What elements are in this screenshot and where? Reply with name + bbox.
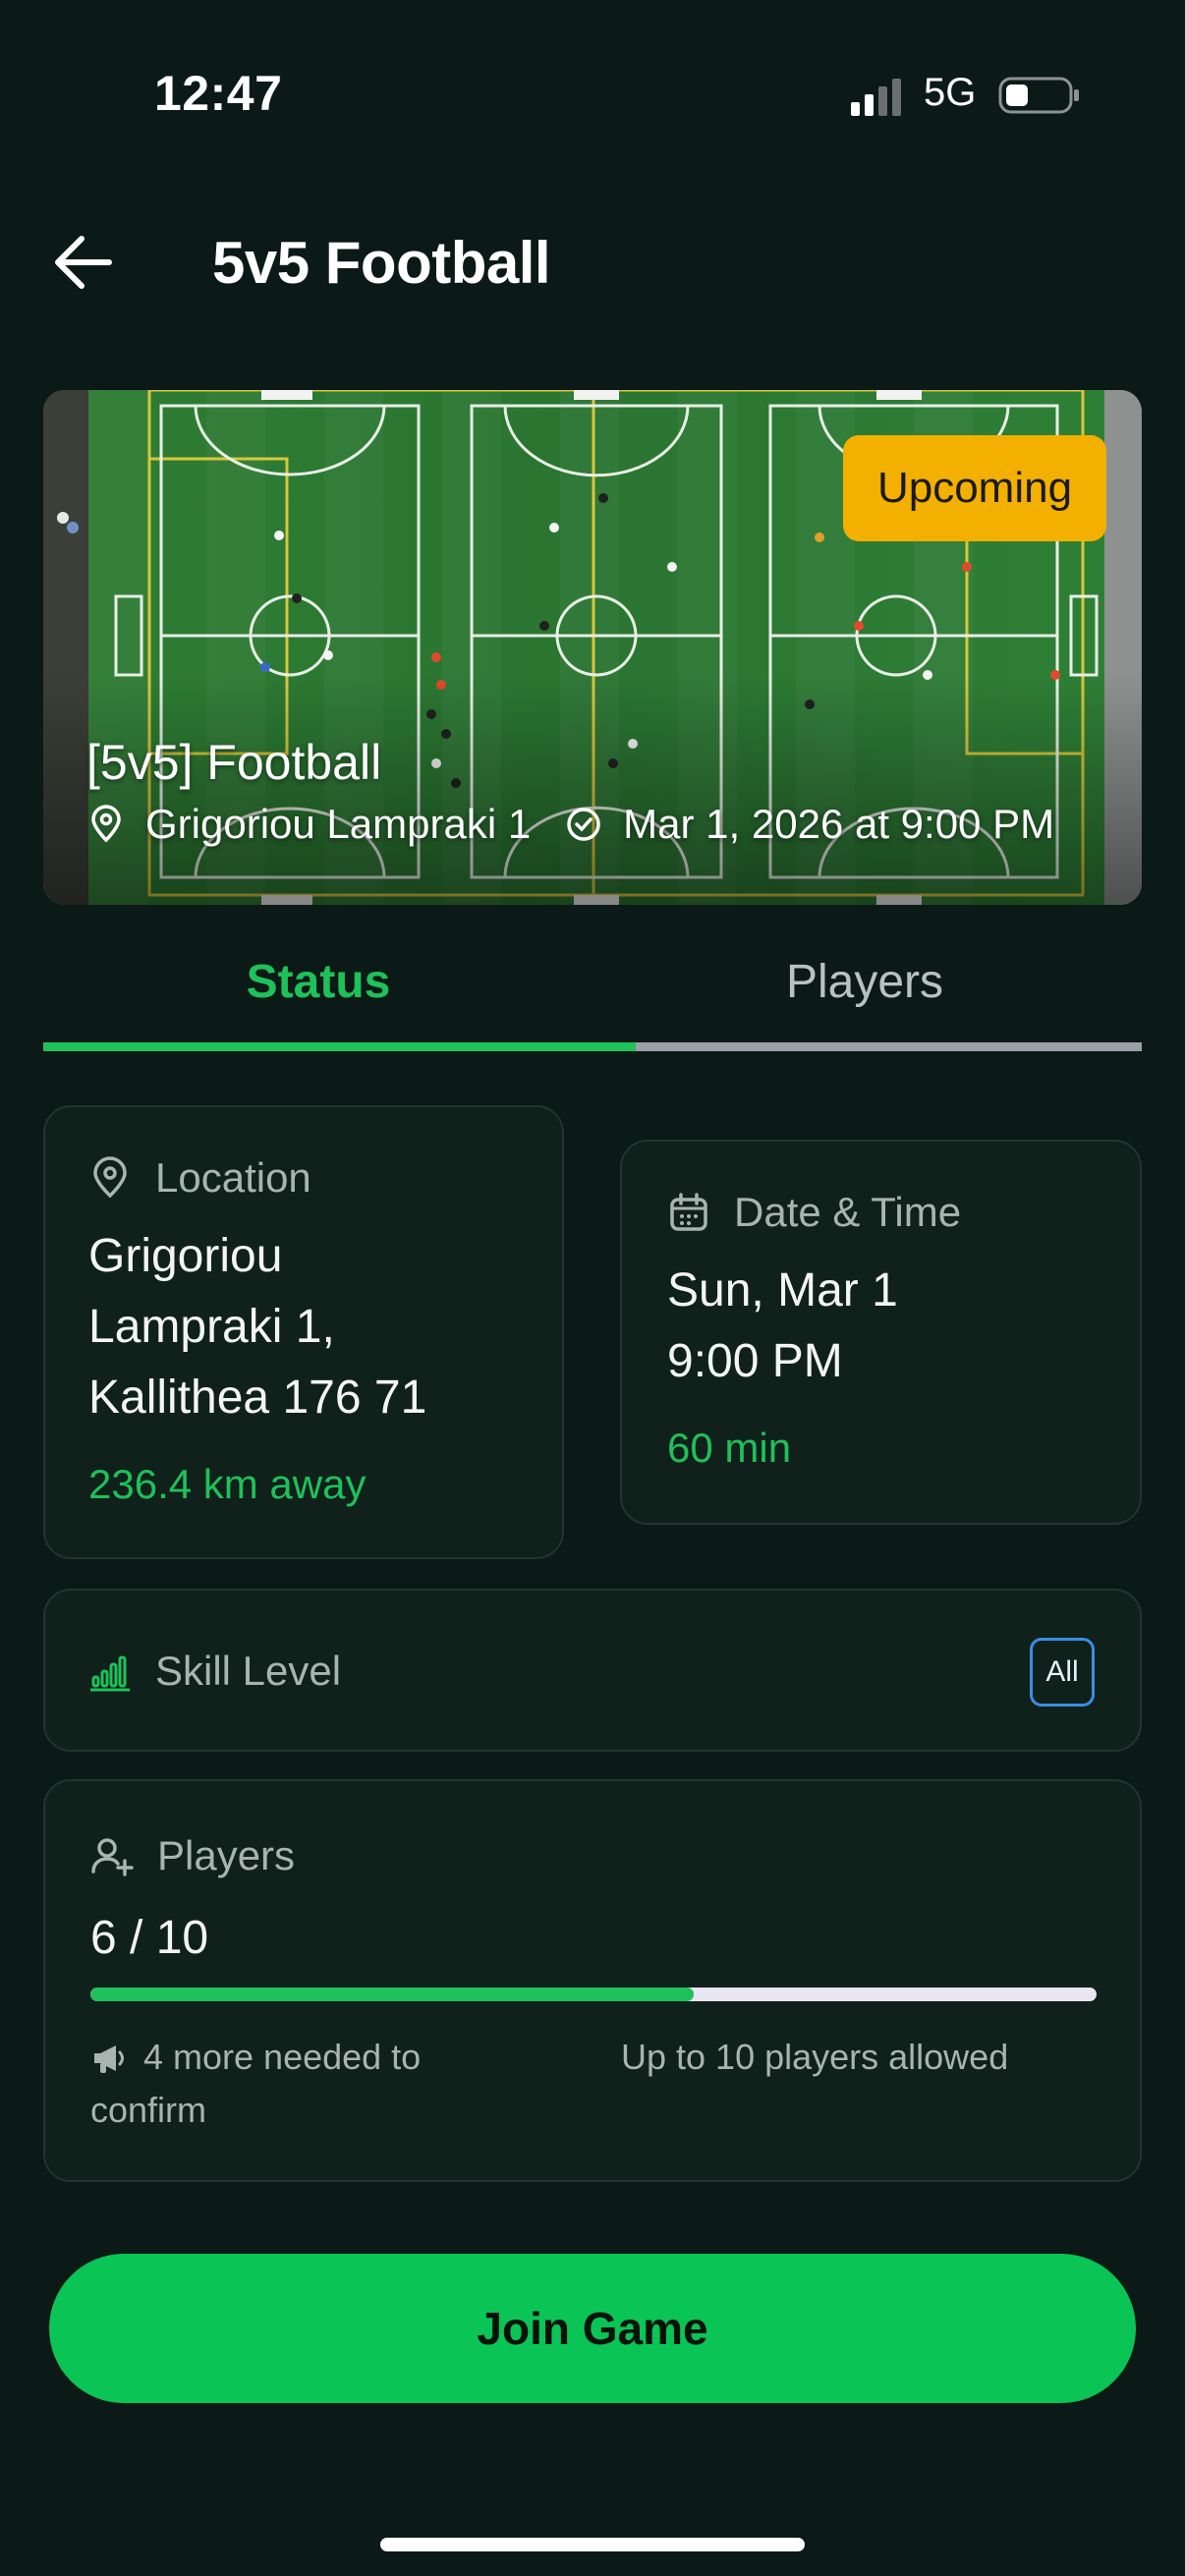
datetime-label: Date & Time <box>734 1189 962 1235</box>
players-count: 6 / 10 <box>90 1912 209 1964</box>
location-line-1: Grigoriou <box>88 1230 283 1282</box>
network-label: 5G <box>924 71 977 114</box>
game-location: Grigoriou Lampraki 1 <box>145 801 532 847</box>
megaphone-icon <box>90 2038 130 2077</box>
calendar-icon <box>667 1191 710 1234</box>
skill-bars-icon <box>88 1650 132 1693</box>
skill-level-card: Skill Level All <box>43 1589 1142 1752</box>
tab-players[interactable]: Players <box>590 955 1140 1009</box>
page-title: 5v5 Football <box>212 230 551 296</box>
players-progress-bar <box>90 1988 1097 2001</box>
tab-status[interactable]: Status <box>43 955 593 1009</box>
home-indicator <box>380 2538 805 2551</box>
datetime-date: Sun, Mar 1 <box>667 1264 898 1316</box>
game-datetime: Mar 1, 2026 at 9:00 PM <box>623 801 1055 847</box>
signal-icon <box>851 79 901 116</box>
players-needed-line-2: confirm <box>90 2090 207 2130</box>
back-button[interactable] <box>47 226 120 299</box>
user-plus-icon <box>90 1834 134 1877</box>
status-time: 12:47 <box>154 66 283 121</box>
location-line-3: Kallithea 176 71 <box>88 1372 427 1424</box>
players-needed: 4 more needed to confirm <box>90 2031 523 2137</box>
join-game-button[interactable]: Join Game <box>49 2254 1136 2403</box>
tab-active-indicator <box>43 1042 636 1051</box>
players-allowed: Up to 10 players allowed <box>621 2037 1009 2077</box>
datetime-label-row: Date & Time <box>667 1189 961 1236</box>
game-title: [5v5] Football <box>86 735 382 790</box>
datetime-card: Date & Time Sun, Mar 1 9:00 PM 60 min <box>620 1140 1142 1525</box>
game-meta: Grigoriou Lampraki 1 Mar 1, 2026 at 9:00… <box>86 801 1054 848</box>
skill-level-badge: All <box>1030 1638 1095 1707</box>
datetime-time: 9:00 PM <box>667 1335 843 1387</box>
status-badge: Upcoming <box>843 435 1106 541</box>
location-distance: 236.4 km away <box>88 1461 367 1507</box>
players-card: Players 6 / 10 4 more needed to confirm … <box>43 1779 1142 2182</box>
location-line-2: Lampraki 1, <box>88 1301 335 1353</box>
players-label: Players <box>157 1832 296 1878</box>
datetime-duration: 60 min <box>667 1425 792 1471</box>
clock-icon <box>564 805 603 844</box>
location-label-row: Location <box>88 1154 311 1202</box>
players-progress-fill <box>90 1988 695 2001</box>
skill-label-row: Skill Level <box>88 1648 341 1695</box>
location-card: Location Grigoriou Lampraki 1, Kallithea… <box>43 1105 564 1559</box>
game-cover-image: Upcoming [5v5] Football Grigoriou Lampra… <box>43 390 1142 905</box>
players-label-row: Players <box>90 1832 295 1879</box>
battery-icon <box>998 77 1079 114</box>
players-needed-line-1: 4 more needed to <box>143 2037 422 2077</box>
back-arrow-icon <box>55 236 112 289</box>
map-pin-icon <box>88 1156 132 1200</box>
location-label: Location <box>155 1154 311 1201</box>
map-pin-icon <box>86 805 126 844</box>
skill-label: Skill Level <box>155 1648 342 1694</box>
